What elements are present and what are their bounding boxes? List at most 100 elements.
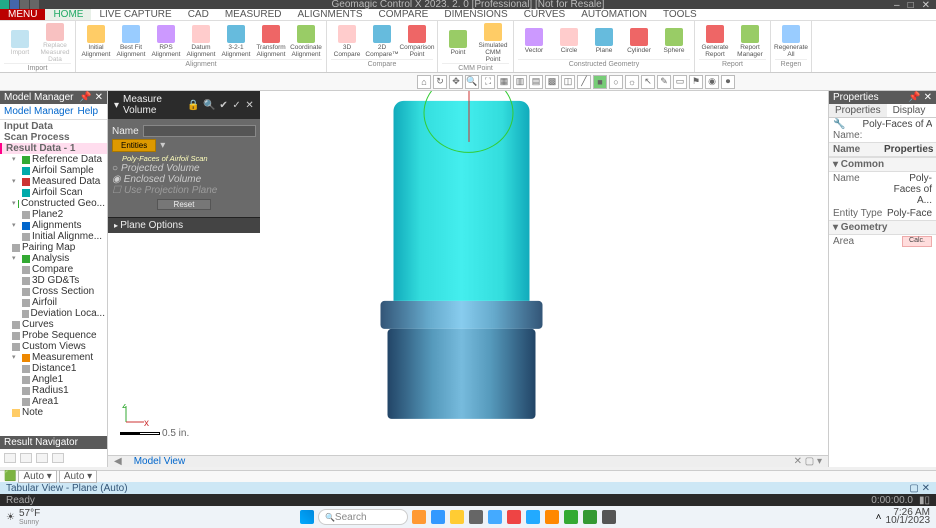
tb-fit-icon[interactable]: ⛶ bbox=[481, 75, 495, 89]
tree-area1[interactable]: Area1 bbox=[0, 396, 107, 407]
tabular-view-bar[interactable]: Tabular View - Plane (Auto)▢ ✕ bbox=[0, 482, 936, 494]
view-tab-close[interactable]: ✕ ▢ ▾ bbox=[788, 456, 828, 467]
tree-analysis[interactable]: ▾Analysis bbox=[0, 253, 107, 264]
ribbon-tab-home[interactable]: HOME bbox=[45, 9, 91, 20]
combo-auto-1[interactable]: Auto ▾ bbox=[18, 470, 56, 483]
tb-cam-icon[interactable]: ◉ bbox=[705, 75, 719, 89]
tree-input-data[interactable]: Input Data bbox=[0, 121, 107, 132]
ribbon-btn-sphere[interactable]: Sphere bbox=[658, 28, 690, 54]
ribbon-tab-tools[interactable]: TOOLS bbox=[655, 9, 705, 20]
ribbon-btn-transform-alignment[interactable]: Transform Alignment bbox=[255, 25, 287, 58]
ribbon-btn-import[interactable]: Import bbox=[4, 30, 36, 56]
windows-taskbar[interactable]: ☀ 57°FSunny 🔍 Search ˄ 7:26 AM 10/1/2023 bbox=[0, 506, 936, 528]
tree-airfoil-scan[interactable]: Airfoil Scan bbox=[0, 187, 107, 198]
ribbon-btn-plane[interactable]: Plane bbox=[588, 28, 620, 54]
entities-dropdown-icon[interactable]: ▾ bbox=[160, 140, 165, 151]
plane-options-header[interactable]: ▸ Plane Options bbox=[108, 217, 260, 233]
tree-plane2[interactable]: Plane2 bbox=[0, 209, 107, 220]
nav-prev-icon[interactable] bbox=[20, 453, 32, 463]
tb-record-icon[interactable]: ⏺ bbox=[721, 75, 735, 89]
tb-app-4[interactable] bbox=[469, 510, 483, 524]
apply-icon[interactable]: ✔ bbox=[219, 100, 228, 111]
ribbon-btn-cylinder[interactable]: Cylinder bbox=[623, 28, 655, 54]
tb-pan-icon[interactable]: ✥ bbox=[449, 75, 463, 89]
tree-measured-data[interactable]: ▾Measured Data bbox=[0, 176, 107, 187]
prop-group-geometry[interactable]: ▾ Geometry bbox=[829, 220, 936, 235]
panel-pin-icon[interactable]: 📌 ✕ bbox=[79, 92, 103, 103]
close-button[interactable]: ✕ bbox=[922, 0, 930, 11]
tb-zoom-icon[interactable]: 🔍 bbox=[465, 75, 479, 89]
tb-grid-icon[interactable]: ▩ bbox=[545, 75, 559, 89]
tb-app-10[interactable] bbox=[583, 510, 597, 524]
tree-constructed-geo-[interactable]: ▾Constructed Geo... bbox=[0, 198, 107, 209]
tree-alignments[interactable]: ▾Alignments bbox=[0, 220, 107, 231]
ribbon-btn-replace-measured-data[interactable]: Replace Measured Data bbox=[39, 23, 71, 63]
find-icon[interactable]: 🔍 bbox=[203, 100, 215, 111]
nav-first-icon[interactable] bbox=[4, 453, 16, 463]
radio-enclosed[interactable]: ◉ bbox=[112, 174, 121, 185]
tree-3d-gd-ts[interactable]: 3D GD&Ts bbox=[0, 275, 107, 286]
ribbon-btn-report-manager[interactable]: Report Manager bbox=[734, 25, 766, 58]
ribbon-tab-livecapture[interactable]: LIVE CAPTURE bbox=[91, 9, 179, 20]
radio-projected[interactable]: ○ bbox=[112, 163, 118, 174]
ribbon-btn--alignment[interactable]: 3-2-1 Alignment bbox=[220, 25, 252, 58]
taskbar-weather[interactable]: ☀ 57°FSunny bbox=[6, 508, 40, 526]
tree-curves[interactable]: Curves bbox=[0, 319, 107, 330]
ribbon-btn-best-fit-alignment[interactable]: Best Fit Alignment bbox=[115, 25, 147, 58]
ribbon-btn-point[interactable]: Point bbox=[442, 30, 474, 56]
view-tab-model[interactable]: Model View bbox=[128, 456, 192, 467]
tab-display[interactable]: Display bbox=[887, 104, 932, 117]
calc-button[interactable]: Calc. bbox=[902, 236, 932, 247]
ribbon-tab-cad[interactable]: CAD bbox=[180, 9, 217, 20]
tab-model-manager[interactable]: Model Manager bbox=[4, 106, 73, 117]
tb-shade-icon[interactable]: ■ bbox=[593, 75, 607, 89]
tree-custom-views[interactable]: Custom Views bbox=[0, 341, 107, 352]
tb-app-2[interactable] bbox=[431, 510, 445, 524]
menu-tab[interactable]: MENU bbox=[0, 9, 45, 20]
tb-view1-icon[interactable]: ▦ bbox=[497, 75, 511, 89]
tb-app-1[interactable] bbox=[412, 510, 426, 524]
tree-radius1[interactable]: Radius1 bbox=[0, 385, 107, 396]
tree-airfoil[interactable]: Airfoil bbox=[0, 297, 107, 308]
qa-undo-icon[interactable] bbox=[20, 0, 29, 9]
tb-view3-icon[interactable]: ▤ bbox=[529, 75, 543, 89]
taskbar-clock[interactable]: 7:26 AM 10/1/2023 bbox=[886, 509, 931, 525]
ribbon-btn-rps-alignment[interactable]: RPS Alignment bbox=[150, 25, 182, 58]
prop-group-common[interactable]: ▾ Common bbox=[829, 157, 936, 172]
ribbon-btn-comparison-point[interactable]: Comparison Point bbox=[401, 25, 433, 58]
maximize-button[interactable]: □ bbox=[908, 0, 914, 11]
combo-auto-2[interactable]: Auto ▾ bbox=[59, 470, 97, 483]
tree-airfoil-sample[interactable]: Airfoil Sample bbox=[0, 165, 107, 176]
reset-button[interactable]: Reset bbox=[157, 199, 212, 210]
qa-redo-icon[interactable] bbox=[30, 0, 39, 9]
tree-deviation-loca-[interactable]: Deviation Loca... bbox=[0, 308, 107, 319]
tb-app-9[interactable] bbox=[564, 510, 578, 524]
tb-meas-icon[interactable]: ✎ bbox=[657, 75, 671, 89]
tree-measurement[interactable]: ▾Measurement bbox=[0, 352, 107, 363]
lock-icon[interactable]: 🔒 bbox=[187, 100, 199, 111]
name-input[interactable] bbox=[143, 125, 256, 137]
measure-panel-header[interactable]: ▾ Measure Volume 🔒 🔍 ✔ ✓ ✕ bbox=[108, 91, 260, 119]
ribbon-btn-circle[interactable]: Circle bbox=[553, 28, 585, 54]
tb-app-11[interactable] bbox=[602, 510, 616, 524]
tb-line-icon[interactable]: ╱ bbox=[577, 75, 591, 89]
tree-reference-data[interactable]: ▾Reference Data bbox=[0, 154, 107, 165]
tree-note[interactable]: Note bbox=[0, 407, 107, 418]
entities-button[interactable]: Entities bbox=[112, 139, 156, 152]
tree-initial-alignme-[interactable]: Initial Alignme... bbox=[0, 231, 107, 242]
tb-view2-icon[interactable]: ▥ bbox=[513, 75, 527, 89]
tree-probe-sequence[interactable]: Probe Sequence bbox=[0, 330, 107, 341]
tb-pick-icon[interactable]: ↖ bbox=[641, 75, 655, 89]
ribbon-tab-compare[interactable]: COMPARE bbox=[371, 9, 437, 20]
ribbon-btn-generate-report[interactable]: Generate Report bbox=[699, 25, 731, 58]
ribbon-btn--d-compare-[interactable]: 2D Compare™ bbox=[366, 25, 398, 58]
qa-save-icon[interactable] bbox=[10, 0, 19, 9]
tree-compare[interactable]: Compare bbox=[0, 264, 107, 275]
tb-app-6[interactable] bbox=[507, 510, 521, 524]
tb-wire-icon[interactable]: ○ bbox=[609, 75, 623, 89]
tb-rotate-icon[interactable]: ↻ bbox=[433, 75, 447, 89]
ribbon-btn-vector[interactable]: Vector bbox=[518, 28, 550, 54]
ribbon-tab-dimensions[interactable]: DIMENSIONS bbox=[436, 9, 515, 20]
tb-home-icon[interactable]: ⌂ bbox=[417, 75, 431, 89]
tree-pairing-map[interactable]: Pairing Map bbox=[0, 242, 107, 253]
